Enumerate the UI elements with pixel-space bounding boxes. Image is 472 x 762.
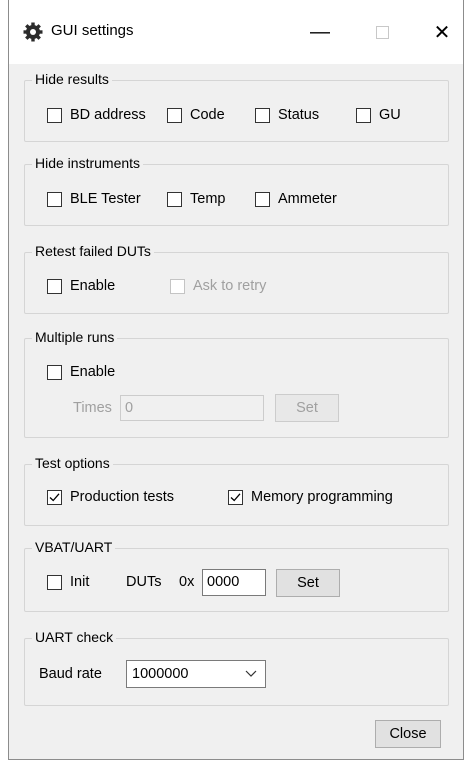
checkmark-icon [49, 492, 60, 501]
uart-check-legend: UART check [32, 629, 117, 645]
baud-rate-label: Baud rate [39, 666, 102, 682]
checkbox-bd-address[interactable]: BD address [47, 107, 146, 123]
checkbox-label: BD address [70, 107, 146, 123]
settings-window: GUI settings — ✕ Hide results BD address… [8, 0, 464, 760]
test-options-legend: Test options [32, 455, 113, 471]
duts-hex-input[interactable]: 0000 [202, 569, 266, 596]
checkbox-label: BLE Tester [70, 191, 141, 207]
checkbox-box [170, 278, 185, 294]
checkbox-label: Status [278, 107, 320, 123]
checkbox-memory-programming[interactable]: Memory programming [228, 489, 393, 505]
test-options-group: Test options Production tests Memory pro… [24, 455, 449, 526]
hide-instruments-group: Hide instruments BLE Tester Temp Ammeter [24, 155, 449, 226]
hide-results-group: Hide results BD address Code Status GU [24, 71, 449, 142]
vbat-uart-legend: VBAT/UART [32, 539, 116, 555]
checkmark-icon [230, 492, 241, 501]
checkbox-label: Code [190, 107, 225, 123]
hex-prefix-label: 0x [179, 574, 195, 590]
checkbox-production-tests[interactable]: Production tests [47, 489, 174, 505]
minimize-icon: — [310, 20, 330, 43]
gear-icon [23, 22, 43, 42]
checkbox-multiple-runs-enable[interactable]: Enable [47, 364, 115, 380]
checkbox-retest-enable[interactable]: Enable [47, 278, 115, 294]
checkbox-ask-to-retry: Ask to retry [170, 278, 266, 294]
chevron-down-icon [245, 670, 257, 677]
retest-failed-duts-group: Retest failed DUTs Enable Ask to retry [24, 243, 449, 314]
multiple-runs-legend: Multiple runs [32, 329, 118, 345]
checkbox-init[interactable]: Init [47, 574, 89, 590]
checkbox-label: Production tests [70, 489, 174, 505]
checkbox-box[interactable] [47, 191, 62, 207]
checkbox-box[interactable] [47, 364, 62, 380]
title-bar: GUI settings — ✕ [9, 0, 463, 64]
checkbox-box[interactable] [167, 107, 182, 123]
times-label: Times [73, 400, 112, 416]
maximize-button[interactable] [359, 14, 405, 50]
window-title: GUI settings [51, 22, 134, 39]
checkbox-label: Ammeter [278, 191, 337, 207]
hide-results-legend: Hide results [32, 71, 112, 87]
checkbox-box[interactable] [356, 107, 371, 123]
checkbox-label: Ask to retry [193, 278, 267, 294]
duts-label: DUTs [126, 574, 162, 590]
checkbox-label: Enable [70, 364, 116, 380]
duts-set-button[interactable]: Set [276, 569, 340, 597]
checkbox-box[interactable] [47, 107, 62, 123]
checkbox-box[interactable] [255, 107, 270, 123]
hide-instruments-legend: Hide instruments [32, 155, 144, 171]
checkbox-status[interactable]: Status [255, 107, 319, 123]
times-input: 0 [120, 395, 264, 421]
checkbox-box[interactable] [47, 489, 62, 505]
multiple-runs-group: Multiple runs Enable Times 0 Set [24, 329, 449, 438]
checkbox-gu[interactable]: GU [356, 107, 401, 123]
maximize-icon [375, 25, 389, 39]
checkbox-box[interactable] [228, 489, 243, 505]
checkbox-box[interactable] [167, 191, 182, 207]
baud-rate-value: 1000000 [132, 666, 189, 682]
checkbox-label: Temp [190, 191, 226, 207]
vbat-uart-group: VBAT/UART Init DUTs 0x 0000 Set [24, 539, 449, 612]
minimize-button[interactable]: — [297, 14, 343, 50]
checkbox-box[interactable] [255, 191, 270, 207]
close-icon: ✕ [433, 21, 451, 44]
close-button[interactable]: Close [375, 720, 441, 748]
checkbox-label: GU [379, 107, 401, 123]
checkbox-box[interactable] [47, 574, 62, 590]
checkbox-ammeter[interactable]: Ammeter [255, 191, 337, 207]
checkbox-ble-tester[interactable]: BLE Tester [47, 191, 141, 207]
checkbox-code[interactable]: Code [167, 107, 225, 123]
retest-legend: Retest failed DUTs [32, 243, 154, 259]
uart-check-group: UART check Baud rate 1000000 [24, 629, 449, 706]
checkbox-temp[interactable]: Temp [167, 191, 225, 207]
checkbox-label: Init [70, 574, 90, 590]
checkbox-box[interactable] [47, 278, 62, 294]
checkbox-label: Enable [70, 278, 116, 294]
baud-rate-select[interactable]: 1000000 [126, 660, 266, 688]
times-set-button: Set [275, 394, 339, 422]
checkbox-label: Memory programming [251, 489, 393, 505]
close-window-button[interactable]: ✕ [419, 14, 465, 50]
